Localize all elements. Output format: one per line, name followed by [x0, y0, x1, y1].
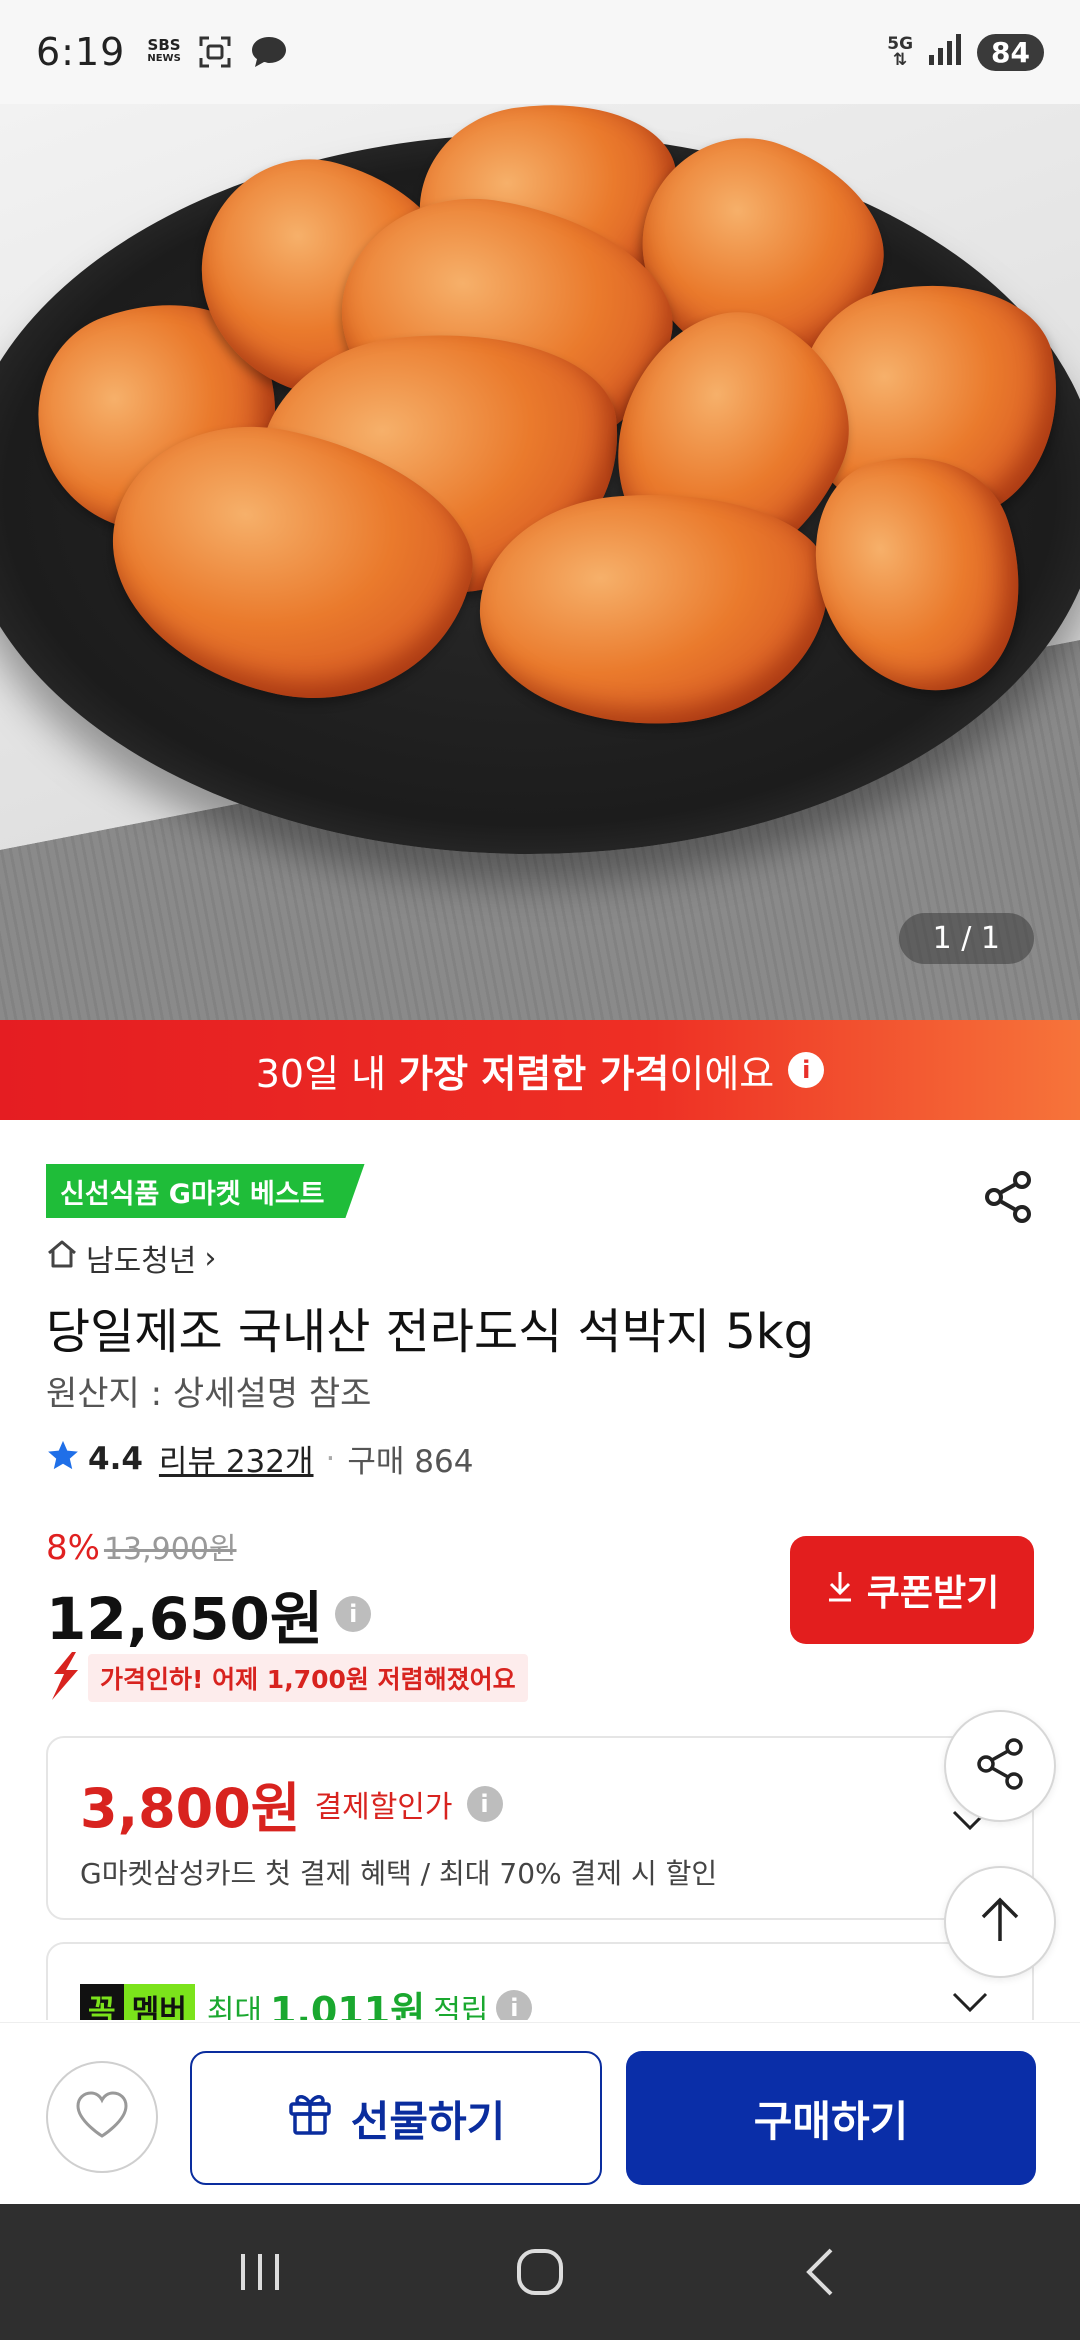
separator-dot: · [325, 1440, 336, 1477]
download-icon [825, 1569, 855, 1612]
info-icon[interactable]: i [788, 1052, 825, 1088]
signal-icon [927, 33, 963, 71]
wishlist-button[interactable] [46, 2061, 158, 2173]
banner-suffix: 이에요 [669, 1051, 775, 1096]
sbs-news-icon: SBS NEWS [147, 38, 180, 66]
battery-indicator: 84 [977, 33, 1044, 71]
banner-highlight: 가장 저렴한 가격 [398, 1051, 670, 1096]
price-drop-text: 가격인하! 어제 1,700원 저렴해졌어요 [88, 1654, 528, 1702]
payment-discount-amount: 3,800원 [80, 1777, 301, 1840]
arrow-up-icon [977, 1895, 1023, 1949]
gift-button[interactable]: 선물하기 [190, 2051, 602, 2185]
chevron-right-icon: › [204, 1240, 217, 1276]
status-bar: 6:19 SBS NEWS 5G ⇅ 84 [0, 0, 1080, 104]
gift-label: 선물하기 [350, 2097, 506, 2145]
share-icon [974, 1737, 1026, 1795]
home-nav-icon[interactable] [480, 2232, 600, 2312]
scroll-top-button[interactable] [944, 1866, 1056, 1978]
member-badge-2: 멤버 [123, 1983, 195, 2020]
network-indicator: 5G ⇅ [887, 34, 914, 70]
banner-prefix: 30일 내 [255, 1051, 387, 1096]
status-right: 5G ⇅ 84 [887, 33, 1044, 71]
bottom-action-bar: 선물하기 구매하기 [0, 2022, 1080, 2204]
member-reward-text: 최대 1,011원 적립 i [207, 1980, 533, 2020]
sale-price: 12,650원 [46, 1585, 324, 1653]
info-icon[interactable]: i [466, 1785, 503, 1822]
discount-rate: 8% [46, 1528, 100, 1568]
review-link[interactable]: 리뷰 232개 [159, 1436, 314, 1481]
best-badge: 신선식품 G마켓 베스트 [46, 1164, 365, 1218]
member-amount: 1,011원 [270, 1989, 426, 2020]
coupon-label: 쿠폰받기 [866, 1572, 1000, 1613]
rating-row: 4.4 리뷰 232개 · 구매 864 [46, 1436, 473, 1481]
payment-discount-amount-row: 3,800원 결제할인가 i [80, 1764, 503, 1843]
info-icon[interactable]: i [335, 1596, 372, 1632]
chevron-down-icon[interactable] [950, 1990, 990, 2018]
share-icon[interactable] [982, 1170, 1034, 1228]
system-nav-bar [0, 2204, 1080, 2340]
original-price: 13,900원 [103, 1532, 237, 1567]
buy-button[interactable]: 구매하기 [626, 2051, 1036, 2185]
sale-price-row: 12,650원 i [46, 1572, 372, 1656]
screenshot-icon [197, 34, 233, 70]
member-badge: 꼭 멤버 최대 1,011원 적립 i [80, 1980, 533, 2020]
gift-icon [287, 2090, 333, 2146]
product-info-section: 신선식품 G마켓 베스트 남도청년 › 당일제조 국내산 전라도식 석박지 5k… [0, 1120, 1080, 2020]
recent-apps-icon[interactable] [200, 2232, 320, 2312]
lowest-price-banner[interactable]: 30일 내 가장 저렴한 가격 이에요 i [0, 1020, 1080, 1120]
member-badge-1: 꼭 [80, 1983, 124, 2020]
store-name: 남도청년 [86, 1244, 197, 1279]
store-link[interactable]: 남도청년 › [46, 1236, 216, 1280]
rating-score: 4.4 [88, 1440, 143, 1477]
floating-share-button[interactable] [944, 1710, 1056, 1822]
payment-discount-label: 결제할인가 [314, 1789, 453, 1825]
member-suffix: 적립 [433, 1993, 489, 2021]
discount-row: 8% 13,900원 [46, 1524, 237, 1568]
payment-discount-description: G마켓삼성카드 첫 결제 혜택 / 최대 70% 결제 시 할인 [80, 1857, 718, 1890]
info-icon[interactable]: i [496, 1989, 533, 2020]
member-prefix: 최대 [206, 1993, 263, 2021]
coupon-button[interactable]: 쿠폰받기 [790, 1536, 1034, 1644]
image-page-counter: 1 / 1 [898, 913, 1034, 964]
news-label: NEWS [147, 53, 181, 64]
status-time: 6:19 [36, 30, 126, 74]
product-image[interactable]: 1 / 1 [0, 104, 1080, 1020]
chat-bubble-icon [249, 34, 289, 70]
down-arrow-icon [46, 1650, 82, 1706]
network-label: 5G [887, 34, 914, 54]
back-icon[interactable] [760, 2232, 880, 2312]
heart-icon [74, 2090, 130, 2144]
product-title: 당일제조 국내산 전라도식 석박지 5kg [46, 1304, 815, 1360]
product-origin: 원산지 : 상세설명 참조 [46, 1374, 372, 1414]
purchase-count: 구매 864 [347, 1444, 474, 1480]
member-reward-card[interactable]: 꼭 멤버 최대 1,011원 적립 i [46, 1942, 1034, 2020]
star-icon [46, 1438, 80, 1480]
payment-discount-card[interactable]: 3,800원 결제할인가 i G마켓삼성카드 첫 결제 혜택 / 최대 70% … [46, 1736, 1034, 1920]
price-drop-notice: 가격인하! 어제 1,700원 저렴해졌어요 [46, 1650, 528, 1706]
home-icon [46, 1239, 78, 1277]
